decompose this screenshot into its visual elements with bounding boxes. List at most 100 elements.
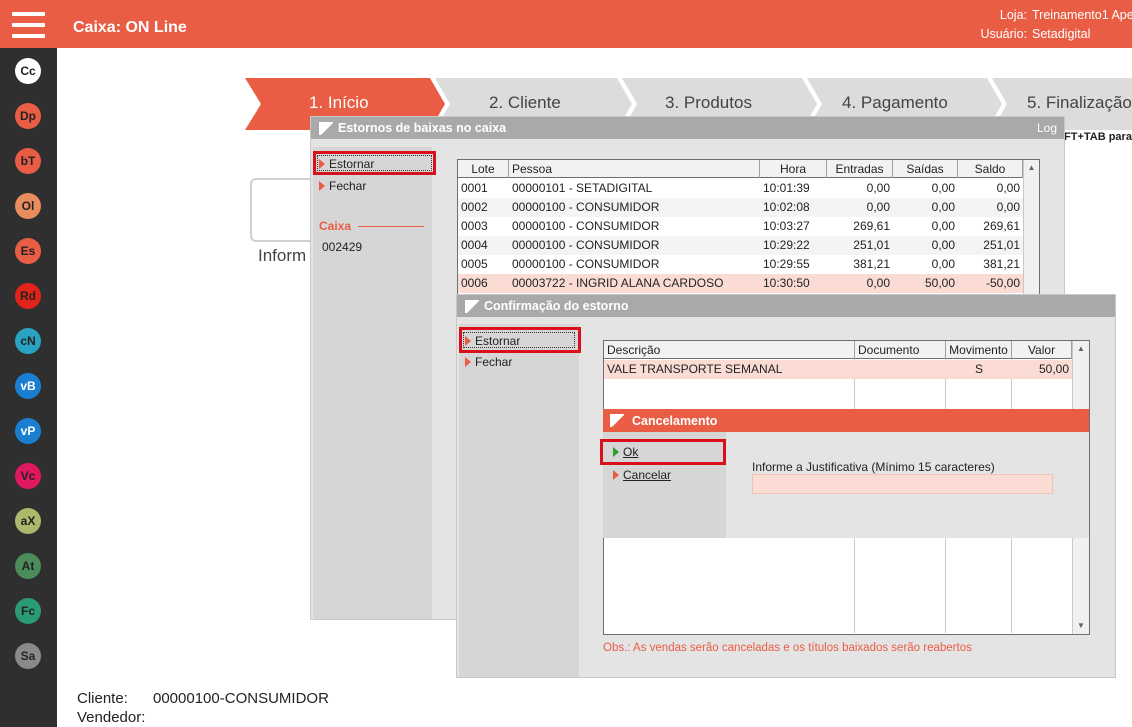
- menu-icon[interactable]: [12, 12, 45, 40]
- cell-movimento: S: [974, 362, 983, 376]
- fechar-label: Fechar: [329, 179, 367, 193]
- col-entradas[interactable]: Entradas: [827, 160, 893, 178]
- cell-hora: 10:03:27: [763, 219, 810, 233]
- sidebar-shortcut-ax-icon[interactable]: aX: [15, 508, 41, 534]
- sidebar-shortcut-dp-icon[interactable]: Dp: [15, 103, 41, 129]
- cancelar-button[interactable]: Cancelar: [613, 468, 671, 482]
- cell-saidas: 0,00: [931, 200, 955, 214]
- col-descricao[interactable]: Descrição: [604, 341, 855, 359]
- cell-saldo: 381,21: [983, 257, 1020, 271]
- col-saidas[interactable]: Saídas: [893, 160, 958, 178]
- cell-documento: [855, 360, 946, 379]
- step-label: 2. Cliente: [489, 93, 561, 112]
- loja-value: Treinamento1 Apesp: [1032, 8, 1132, 22]
- col-saldo[interactable]: Saldo: [958, 160, 1023, 178]
- cell-saidas: 0,00: [931, 219, 955, 233]
- arrow-right-icon: [319, 159, 325, 169]
- cell-pessoa: 00000100 - CONSUMIDOR: [512, 257, 660, 271]
- table-row[interactable]: 0005 00000100 - CONSUMIDOR 10:29:55 381,21 0…: [458, 255, 1023, 274]
- scroll-up-icon[interactable]: ▲: [1073, 341, 1089, 357]
- cell-saldo: 0,00: [996, 200, 1020, 214]
- fechar-button[interactable]: Fechar: [319, 179, 366, 193]
- justificativa-input[interactable]: [752, 474, 1053, 494]
- cancelamento-dialog: Cancelamento Ok Cancelar Informe a Justi…: [600, 409, 1089, 538]
- sidebar-shortcut-at-icon[interactable]: At: [15, 553, 41, 579]
- sidebar-shortcut-ol-icon[interactable]: Ol: [15, 193, 41, 219]
- usuario-label: Usuário:: [980, 27, 1027, 41]
- cell-lote: 0001: [461, 181, 488, 195]
- estornar-button[interactable]: Estornar: [319, 157, 374, 171]
- sidebar-shortcut-fc-icon[interactable]: Fc: [15, 598, 41, 624]
- app-title: Caixa: ON Line: [73, 19, 187, 36]
- cell-entradas: 0,00: [866, 181, 890, 195]
- caixa-divider: [358, 226, 424, 227]
- caixa-value: 002429: [322, 240, 363, 254]
- log-button[interactable]: Log: [1037, 121, 1057, 135]
- confirmacao-title-bar: Confirmação do estorno: [457, 295, 1115, 317]
- confirm-estornar-button[interactable]: Estornar: [465, 334, 520, 348]
- estornar-label: Estornar: [475, 334, 521, 348]
- confirmacao-title: Confirmação do estorno: [484, 299, 629, 313]
- cell-descricao: VALE TRANSPORTE SEMANAL: [607, 362, 783, 376]
- sidebar-shortcut-bt-icon[interactable]: bT: [15, 148, 41, 174]
- arrow-right-icon: [465, 336, 471, 346]
- confirm-fechar-button[interactable]: Fechar: [465, 355, 512, 369]
- sidebar-shortcut-es-icon[interactable]: Es: [15, 238, 41, 264]
- estornar-label: Estornar: [329, 157, 375, 171]
- sidebar-shortcut-cn-icon[interactable]: cN: [15, 328, 41, 354]
- cliente-value: 00000100-CONSUMIDOR: [153, 690, 329, 707]
- fechar-label: Fechar: [475, 355, 513, 369]
- cell-saidas: 0,00: [931, 181, 955, 195]
- col-hora[interactable]: Hora: [760, 160, 827, 178]
- col-movimento[interactable]: Movimento: [946, 341, 1012, 359]
- justificativa-label: Informe a Justificativa (Mínimo 15 carac…: [752, 460, 995, 474]
- cell-saidas: 0,00: [931, 257, 955, 271]
- scroll-up-icon[interactable]: ▲: [1024, 160, 1039, 176]
- sidebar-shortcut-sa-icon[interactable]: Sa: [15, 643, 41, 669]
- cell-entradas: 381,21: [853, 257, 890, 271]
- app-logo-icon: [465, 300, 479, 313]
- col-documento[interactable]: Documento: [855, 341, 946, 359]
- table-row[interactable]: 0006 00003722 - INGRID ALANA CARDOSO 10:30…: [458, 274, 1023, 293]
- table-row[interactable]: 0003 00000100 - CONSUMIDOR 10:03:27 269,61 0…: [458, 217, 1023, 236]
- cell-pessoa: 00003722 - INGRID ALANA CARDOSO: [512, 276, 724, 290]
- cell-saidas: 50,00: [924, 276, 955, 290]
- step-label: 3. Produtos: [665, 93, 752, 112]
- cell-saldo: 269,61: [983, 219, 1020, 233]
- arrow-right-icon: [319, 181, 325, 191]
- confirmacao-menu: Estornar Fechar: [459, 324, 581, 677]
- sidebar: Cc Dp bT Ol Es Rd cN vB vP Vc aX At Fc Sa: [0, 48, 57, 727]
- cell-entradas: 0,00: [866, 200, 890, 214]
- sidebar-shortcut-cc-icon[interactable]: Cc: [15, 58, 41, 84]
- col-lote[interactable]: Lote: [458, 160, 509, 178]
- cliente-label: Cliente:: [77, 690, 128, 707]
- cell-pessoa: 00000101 - SETADIGITAL: [512, 181, 653, 195]
- lotes-scrollbar[interactable]: ▲: [1023, 160, 1039, 298]
- sidebar-shortcut-vp-icon[interactable]: vP: [15, 418, 41, 444]
- ok-button[interactable]: Ok: [613, 445, 638, 459]
- cell-entradas: 251,01: [853, 238, 890, 252]
- table-row[interactable]: VALE TRANSPORTE SEMANAL S 50,00: [604, 360, 1072, 379]
- sidebar-shortcut-rd-icon[interactable]: Rd: [15, 283, 41, 309]
- arrow-right-icon: [613, 470, 619, 480]
- col-pessoa[interactable]: Pessoa: [509, 160, 760, 178]
- cell-entradas: 0,00: [866, 276, 890, 290]
- sidebar-shortcut-vb-icon[interactable]: vB: [15, 373, 41, 399]
- cell-lote: 0003: [461, 219, 488, 233]
- table-row[interactable]: 0002 00000100 - CONSUMIDOR 10:02:08 0,00 0,0…: [458, 198, 1023, 217]
- cell-saldo: 251,01: [983, 238, 1020, 252]
- table-row[interactable]: 0001 00000101 - SETADIGITAL 10:01:39 0,00 0,…: [458, 179, 1023, 198]
- store-user-info: Loja: Treinamento1 Apesp Usuário: Setadigi…: [975, 6, 1132, 44]
- cell-pessoa: 00000100 - CONSUMIDOR: [512, 219, 660, 233]
- app-logo-icon: [610, 414, 624, 427]
- table-row[interactable]: 0004 00000100 - CONSUMIDOR 10:29:22 251,01 0…: [458, 236, 1023, 255]
- cell-lote: 0002: [461, 200, 488, 214]
- cell-saidas: 0,00: [931, 238, 955, 252]
- cell-hora: 10:01:39: [763, 181, 810, 195]
- estornos-title-bar: Estornos de baixas no caixa Log: [311, 117, 1064, 139]
- col-valor[interactable]: Valor: [1012, 341, 1072, 359]
- cell-saldo: 0,00: [996, 181, 1020, 195]
- sidebar-shortcut-vc-icon[interactable]: Vc: [15, 463, 41, 489]
- cell-lote: 0004: [461, 238, 488, 252]
- scroll-down-icon[interactable]: ▼: [1073, 618, 1089, 634]
